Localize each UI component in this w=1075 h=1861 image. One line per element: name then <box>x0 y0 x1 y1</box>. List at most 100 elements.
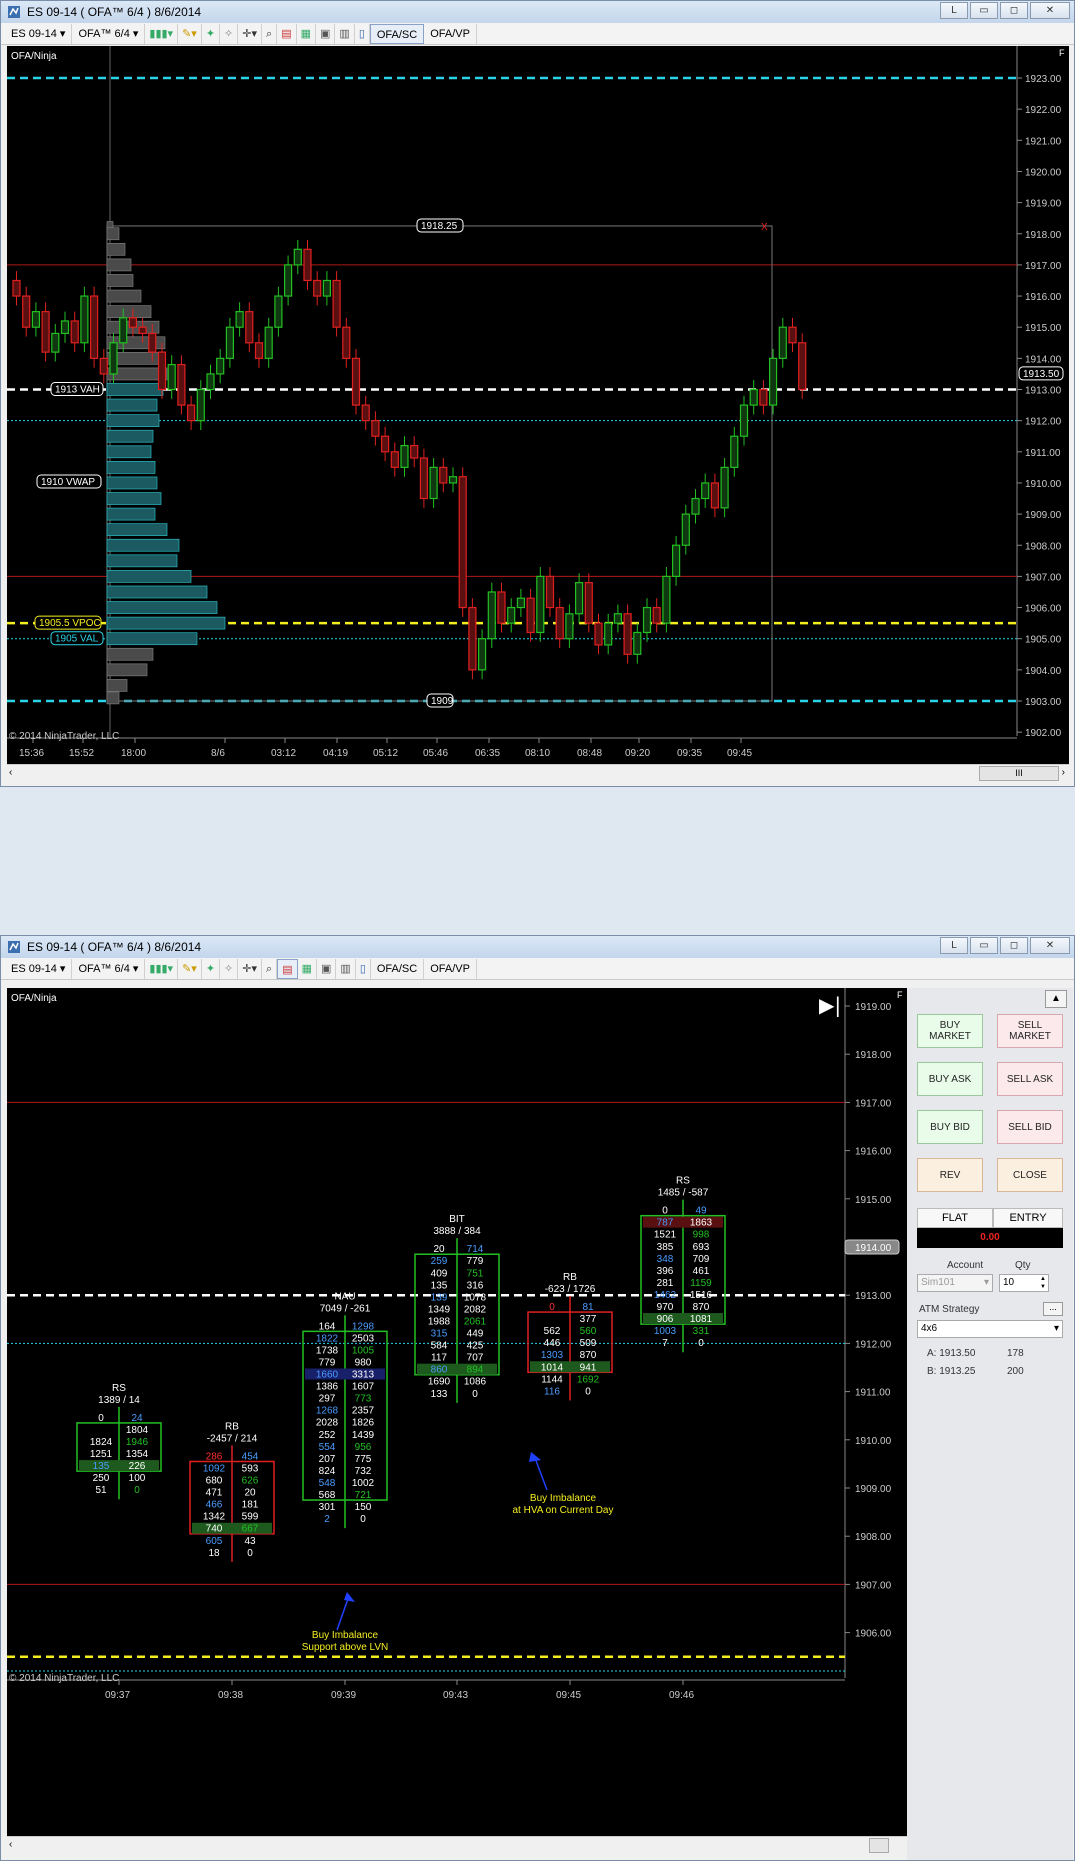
candle-body <box>60 320 70 335</box>
instrument-selector[interactable]: ES 09-14 ▾ <box>5 23 73 44</box>
scroll-thumb[interactable]: III <box>979 766 1059 781</box>
footprint-bid-cell: 466 <box>206 1500 223 1511</box>
link-button[interactable]: L <box>940 937 968 954</box>
qty-stepper[interactable]: 10 ▲ ▼ <box>999 1274 1049 1292</box>
buy-market-button[interactable]: BUY MARKET <box>917 1014 983 1048</box>
candle-body <box>768 357 778 406</box>
candle-body <box>798 342 807 391</box>
properties-icon[interactable]: ▣ <box>316 23 336 44</box>
candle-body <box>216 357 225 375</box>
data-box-icon[interactable]: ▦ <box>298 958 317 979</box>
title-bar[interactable]: ES 09-14 ( OFA™ 6/4 ) 8/6/2014 L ▭ ◻ ✕ <box>1 936 1074 958</box>
scroll-left-arrow[interactable]: ‹ <box>9 1839 12 1850</box>
time-tick-label: 06:35 <box>475 748 500 759</box>
chart-trader-icon[interactable]: ▤ <box>277 23 297 44</box>
candle-body <box>633 631 642 655</box>
template-selector[interactable]: OFA™ 6/4 ▾ <box>72 958 146 979</box>
volume-profile-bar <box>106 461 156 474</box>
horizontal-scrollbar[interactable]: ‹ <box>7 1836 907 1854</box>
minimize-button[interactable]: ▭ <box>970 937 998 954</box>
scroll-thumb[interactable] <box>869 1838 889 1853</box>
zoom-icon[interactable]: ⌕ <box>262 23 278 44</box>
tab-ofa-sc[interactable]: OFA/SC <box>369 23 425 44</box>
price-chart-top[interactable]: 1923.00 1922.00 1921.00 1920.00 1919.00 1918.… <box>7 46 1069 764</box>
bar-type-icon[interactable]: ▮▮▮▾ <box>145 958 179 979</box>
footprint-ask-cell: 667 <box>242 1524 259 1535</box>
drawing-pencil-icon[interactable]: ✎▾ <box>178 23 202 44</box>
chart-trader-icon[interactable]: ▤ <box>277 958 298 979</box>
candle-body <box>322 279 331 297</box>
tab-ofa-vp[interactable]: OFA/VP <box>424 958 477 979</box>
footprint-bid-cell: 446 <box>544 1338 561 1349</box>
footprint-chart-bottom[interactable]: 1919.00 1918.00 1917.00 1916.00 1915.00 1914.… <box>7 988 907 1836</box>
atm-settings-button[interactable]: ... <box>1043 1302 1063 1316</box>
tab-ofa-vp[interactable]: OFA/VP <box>424 23 477 44</box>
horizontal-scrollbar[interactable]: ‹ III › <box>7 764 1069 782</box>
maximize-button[interactable]: ◻ <box>1000 937 1028 954</box>
footprint-bid-cell: 1303 <box>541 1350 564 1361</box>
footprint-ask-cell: 100 <box>129 1473 146 1484</box>
sell-market-button[interactable]: SELL MARKET <box>997 1014 1063 1048</box>
maximize-button[interactable]: ◻ <box>1000 2 1028 19</box>
data-box-icon[interactable]: ▦ <box>297 23 316 44</box>
bar-type-icon[interactable]: ▮▮▮▾ <box>145 23 179 44</box>
close-button[interactable]: ✕ <box>1030 2 1070 19</box>
page-icon[interactable]: ▯ <box>355 23 370 44</box>
reverse-button[interactable]: REV <box>917 1158 983 1192</box>
drawing-pencil-icon[interactable]: ✎▾ <box>178 958 202 979</box>
volume-profile-bar <box>106 601 218 614</box>
close-position-button[interactable]: CLOSE <box>997 1158 1063 1192</box>
tab-ofa-sc[interactable]: OFA/SC <box>371 958 425 979</box>
buy-bid-button[interactable]: BUY BID <box>917 1110 983 1144</box>
indicator-icon[interactable]: ✦ <box>202 958 221 979</box>
scroll-right-arrow[interactable]: › <box>1062 767 1065 778</box>
link-button[interactable]: L <box>940 2 968 19</box>
chart-canvas[interactable]: 1923.00 1922.00 1921.00 1920.00 1919.00 1918.… <box>7 46 1069 764</box>
snapshot-icon[interactable]: ▥ <box>335 23 355 44</box>
qty-label: Qty <box>1015 1260 1031 1271</box>
close-button[interactable]: ✕ <box>1030 937 1070 954</box>
scroll-left-arrow[interactable]: ‹ <box>9 767 12 778</box>
time-tick-label: 09:37 <box>105 1690 130 1701</box>
strategy-icon[interactable]: ✧ <box>220 958 239 979</box>
crosshair-icon[interactable]: ✛▾ <box>238 958 263 979</box>
price-tick-label: 1908.00 <box>855 1532 892 1543</box>
footprint-ask-cell: 560 <box>580 1326 597 1337</box>
stepper-arrows-icon[interactable]: ▲ ▼ <box>1040 1275 1046 1291</box>
zoom-icon[interactable]: ⌕ <box>262 958 278 979</box>
candle-body <box>128 317 138 328</box>
top-chart-window: ES 09-14 ( OFA™ 6/4 ) 8/6/2014 L ▭ ◻ ✕ E… <box>0 0 1075 787</box>
chart-canvas[interactable]: 1919.00 1918.00 1917.00 1916.00 1915.00 1914.… <box>7 988 907 1836</box>
candle-body <box>70 320 79 344</box>
instrument-selector[interactable]: ES 09-14 ▾ <box>5 958 73 979</box>
atm-strategy-select[interactable]: 4x6 ▾ <box>917 1320 1063 1338</box>
annotation-text: Buy Imbalance <box>312 1630 379 1641</box>
footprint-ask-cell: 779 <box>467 1256 484 1267</box>
candle-body <box>429 466 438 500</box>
footprint-ask-cell: 24 <box>131 1413 143 1424</box>
page-icon[interactable]: ▯ <box>356 958 371 979</box>
footprint-ask-cell: 956 <box>355 1442 372 1453</box>
candle-body <box>574 582 584 615</box>
footprint-ask-cell: 751 <box>467 1268 484 1279</box>
crosshair-icon[interactable]: ✛▾ <box>238 23 263 44</box>
pnl-display: 0.00 <box>917 1228 1063 1248</box>
candle-body <box>293 248 302 266</box>
sell-ask-button[interactable]: SELL ASK <box>997 1062 1063 1096</box>
snapshot-icon[interactable]: ▥ <box>336 958 356 979</box>
indicator-icon[interactable]: ✦ <box>202 23 221 44</box>
footprint-bid-cell: 2 <box>324 1514 330 1525</box>
account-select[interactable]: Sim101 ▾ <box>917 1274 993 1292</box>
template-selector[interactable]: OFA™ 6/4 ▾ <box>72 23 146 44</box>
footprint-ask-cell: 377 <box>580 1314 597 1325</box>
copyright-label: © 2014 NinjaTrader, LLC <box>9 1673 119 1684</box>
candle-body <box>167 363 176 391</box>
collapse-up-icon[interactable]: ▲ <box>1045 990 1067 1008</box>
chart-toolbar: ES 09-14 ▾ OFA™ 6/4 ▾ ▮▮▮▾ ✎▾ ✦ ✧ ✛▾ ⌕ ▤… <box>1 958 1074 980</box>
sell-bid-button[interactable]: SELL BID <box>997 1110 1063 1144</box>
properties-icon[interactable]: ▣ <box>317 958 337 979</box>
minimize-button[interactable]: ▭ <box>970 2 998 19</box>
buy-ask-button[interactable]: BUY ASK <box>917 1062 983 1096</box>
title-bar[interactable]: ES 09-14 ( OFA™ 6/4 ) 8/6/2014 L ▭ ◻ ✕ <box>1 1 1074 23</box>
strategy-icon[interactable]: ✧ <box>220 23 239 44</box>
